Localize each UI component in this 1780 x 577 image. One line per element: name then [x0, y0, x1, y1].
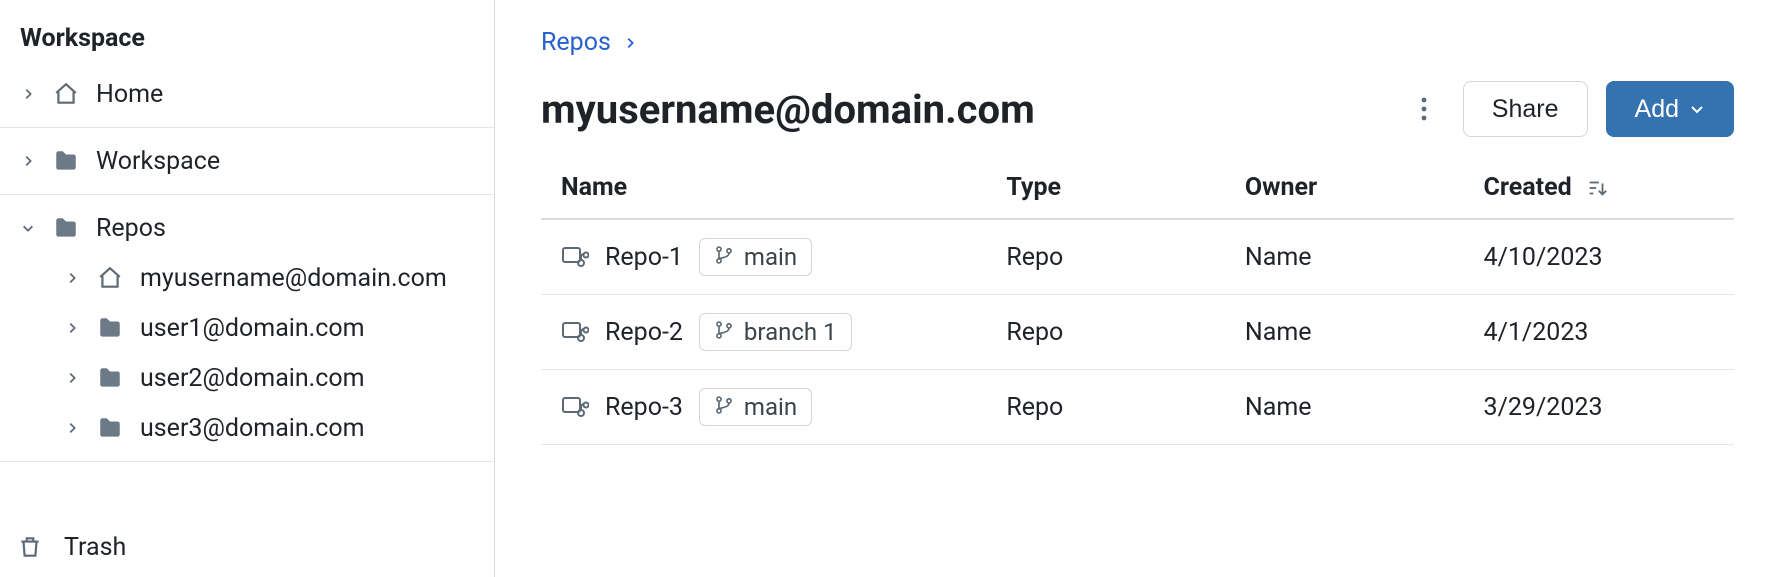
add-button[interactable]: Add	[1606, 81, 1734, 137]
repo-icon	[561, 395, 589, 419]
home-icon	[96, 264, 124, 292]
sidebar-item-repo-user[interactable]: user2@domain.com	[0, 353, 494, 403]
trash-icon	[16, 533, 44, 561]
repo-name: Repo-3	[605, 393, 683, 422]
home-icon	[52, 80, 80, 108]
repo-icon	[561, 320, 589, 344]
share-button[interactable]: Share	[1463, 81, 1588, 137]
chevron-right-icon[interactable]	[20, 86, 36, 102]
chevron-right-icon[interactable]	[64, 320, 80, 336]
folder-icon	[52, 147, 80, 175]
cell-type: Repo	[994, 370, 1233, 445]
branch-name: branch 1	[744, 318, 837, 346]
repo-name: Repo-2	[605, 318, 683, 347]
sidebar-item-repos[interactable]: Repos	[0, 203, 494, 253]
cell-owner: Name	[1233, 219, 1472, 295]
sidebar-item-workspace[interactable]: Workspace	[0, 136, 494, 186]
repo-icon	[561, 245, 589, 269]
breadcrumb: Repos	[541, 28, 1734, 57]
repo-name: Repo-1	[605, 243, 683, 272]
folder-icon	[96, 364, 124, 392]
cell-type: Repo	[994, 219, 1233, 295]
chevron-right-icon[interactable]	[64, 270, 80, 286]
branch-chip[interactable]: main	[699, 238, 812, 276]
table-row[interactable]: Repo-3 main RepoName3/29/2023	[541, 370, 1734, 445]
branch-chip[interactable]: main	[699, 388, 812, 426]
column-header-owner[interactable]: Owner	[1233, 173, 1472, 219]
cell-owner: Name	[1233, 295, 1472, 370]
branch-name: main	[744, 393, 797, 421]
folder-icon	[96, 314, 124, 342]
sidebar-item-label: myusername@domain.com	[140, 264, 447, 293]
more-actions-button[interactable]	[1403, 88, 1445, 130]
breadcrumb-item-repos[interactable]: Repos	[541, 28, 611, 57]
folder-icon	[52, 214, 80, 242]
sidebar-heading: Workspace	[0, 24, 494, 69]
sidebar-item-label: Home	[96, 80, 163, 109]
chevron-right-icon[interactable]	[64, 420, 80, 436]
column-header-label: Created	[1484, 173, 1572, 202]
cell-type: Repo	[994, 295, 1233, 370]
chevron-right-icon[interactable]	[20, 153, 36, 169]
sidebar-item-trash[interactable]: Trash	[0, 527, 494, 577]
branch-icon	[714, 318, 734, 346]
cell-created: 3/29/2023	[1472, 370, 1734, 445]
sidebar-item-label: user2@domain.com	[140, 364, 365, 393]
column-header-type[interactable]: Type	[994, 173, 1233, 219]
sidebar-item-label: user1@domain.com	[140, 314, 365, 343]
column-header-created[interactable]: Created	[1472, 173, 1734, 219]
sidebar-item-label: Workspace	[96, 147, 220, 176]
main-content: Repos myusername@domain.com Share Add Na…	[495, 0, 1780, 577]
sidebar: Workspace Home Workspace Repos myusernam…	[0, 0, 495, 577]
branch-chip[interactable]: branch 1	[699, 313, 852, 351]
branch-icon	[714, 243, 734, 271]
sidebar-item-repo-user[interactable]: user3@domain.com	[0, 403, 494, 453]
button-label: Add	[1635, 95, 1679, 124]
chevron-right-icon	[623, 31, 637, 55]
table-row[interactable]: Repo-1 main RepoName4/10/2023	[541, 219, 1734, 295]
sidebar-item-home[interactable]: Home	[0, 69, 494, 119]
divider	[0, 194, 494, 195]
divider	[0, 127, 494, 128]
sidebar-item-label: user3@domain.com	[140, 414, 365, 443]
branch-icon	[714, 393, 734, 421]
cell-created: 4/10/2023	[1472, 219, 1734, 295]
sidebar-item-repo-user[interactable]: myusername@domain.com	[0, 253, 494, 303]
branch-name: main	[744, 243, 797, 271]
sidebar-item-label: Trash	[64, 533, 126, 562]
folder-icon	[96, 414, 124, 442]
sidebar-item-repo-user[interactable]: user1@domain.com	[0, 303, 494, 353]
chevron-down-icon	[1689, 95, 1705, 124]
page-header: myusername@domain.com Share Add	[541, 81, 1734, 137]
column-header-name[interactable]: Name	[541, 173, 994, 219]
table-row[interactable]: Repo-2 branch 1 RepoName4/1/2023	[541, 295, 1734, 370]
chevron-down-icon[interactable]	[20, 220, 36, 236]
button-label: Share	[1492, 95, 1559, 124]
cell-created: 4/1/2023	[1472, 295, 1734, 370]
cell-owner: Name	[1233, 370, 1472, 445]
page-title: myusername@domain.com	[541, 86, 1385, 133]
sort-descending-icon	[1586, 177, 1608, 199]
repos-table: Name Type Owner Created	[541, 173, 1734, 445]
sidebar-item-label: Repos	[96, 214, 166, 243]
chevron-right-icon[interactable]	[64, 370, 80, 386]
divider	[0, 461, 494, 462]
